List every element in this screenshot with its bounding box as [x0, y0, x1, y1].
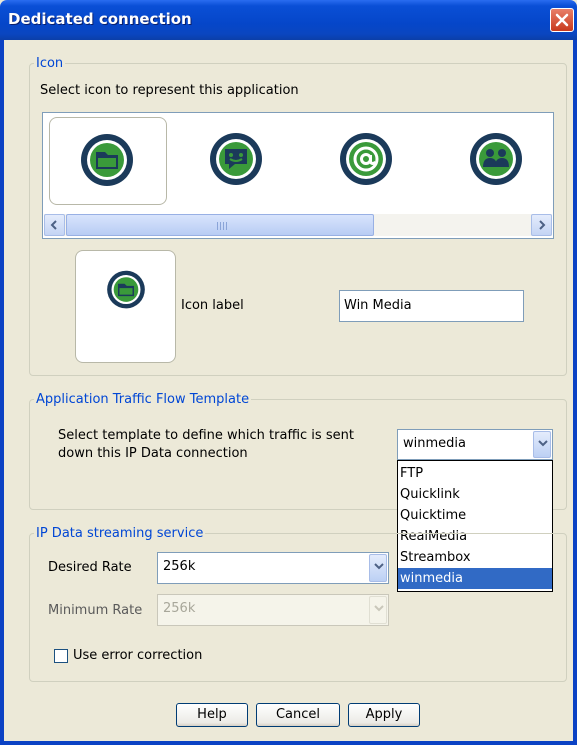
option-ftp[interactable]: FTP — [398, 463, 552, 484]
option-quicklink[interactable]: Quicklink — [398, 484, 552, 505]
chevron-down-icon — [374, 605, 384, 612]
icon-label-text: Icon label — [181, 298, 244, 313]
chat-icon — [210, 133, 262, 185]
traffic-instruction-line2: down this IP Data connection — [58, 446, 248, 461]
option-quicktime[interactable]: Quicktime — [398, 505, 552, 526]
minimum-rate-select: 256k — [157, 594, 389, 626]
traffic-template-select[interactable]: winmedia — [397, 429, 553, 460]
apply-button[interactable]: Apply — [348, 703, 420, 727]
traffic-template-value: winmedia — [403, 436, 466, 451]
icon-horizontal-scrollbar[interactable] — [44, 214, 552, 236]
chevron-down-icon — [374, 563, 384, 570]
chevron-right-icon — [539, 220, 546, 230]
users-icon — [470, 133, 522, 185]
traffic-template-legend: Application Traffic Flow Template — [36, 392, 250, 407]
desired-rate-select[interactable]: 256k — [157, 552, 389, 584]
title-bar[interactable]: Dedicated connection — [0, 0, 577, 40]
desired-rate-dropdown-button[interactable] — [369, 554, 387, 582]
desired-rate-label: Desired Rate — [48, 560, 132, 575]
close-button[interactable] — [550, 8, 574, 32]
window-frame-right — [573, 40, 577, 745]
chevron-down-icon — [538, 440, 548, 447]
icon-instruction: Select icon to represent this applicatio… — [40, 83, 299, 98]
icon-option-users[interactable] — [439, 117, 557, 205]
icon-group-legend: Icon — [36, 56, 64, 71]
cancel-button[interactable]: Cancel — [256, 703, 340, 727]
icon-label-input[interactable]: Win Media — [339, 290, 524, 322]
icon-option-folder[interactable] — [49, 117, 167, 205]
minimum-rate-dropdown-button — [369, 596, 387, 624]
scroll-left-button[interactable] — [44, 214, 65, 236]
scroll-thumb[interactable] — [66, 214, 374, 236]
minimum-rate-value: 256k — [163, 601, 196, 616]
error-correction-label[interactable]: Use error correction — [73, 648, 202, 663]
help-button[interactable]: Help — [176, 703, 248, 727]
window-title: Dedicated connection — [8, 10, 192, 28]
minimum-rate-label: Minimum Rate — [48, 603, 143, 618]
folder-icon — [107, 270, 145, 309]
scroll-right-button[interactable] — [531, 214, 552, 236]
folder-icon — [81, 134, 133, 186]
chevron-left-icon — [50, 220, 57, 230]
at-sign-icon — [340, 133, 392, 185]
close-icon — [555, 13, 569, 27]
icon-option-at-sign[interactable] — [309, 117, 427, 205]
desired-rate-value: 256k — [163, 559, 196, 574]
scroll-grip — [217, 222, 227, 230]
icon-option-chat[interactable] — [179, 117, 297, 205]
traffic-instruction-line1: Select template to define which traffic … — [58, 428, 354, 443]
error-correction-checkbox[interactable] — [54, 649, 68, 663]
window-frame-bottom — [0, 741, 577, 745]
streaming-service-legend: IP Data streaming service — [36, 526, 204, 541]
traffic-template-dropdown-button[interactable] — [533, 431, 551, 458]
icon-preview — [75, 250, 176, 363]
window-frame-left — [0, 40, 4, 745]
icon-selector[interactable] — [42, 112, 554, 239]
